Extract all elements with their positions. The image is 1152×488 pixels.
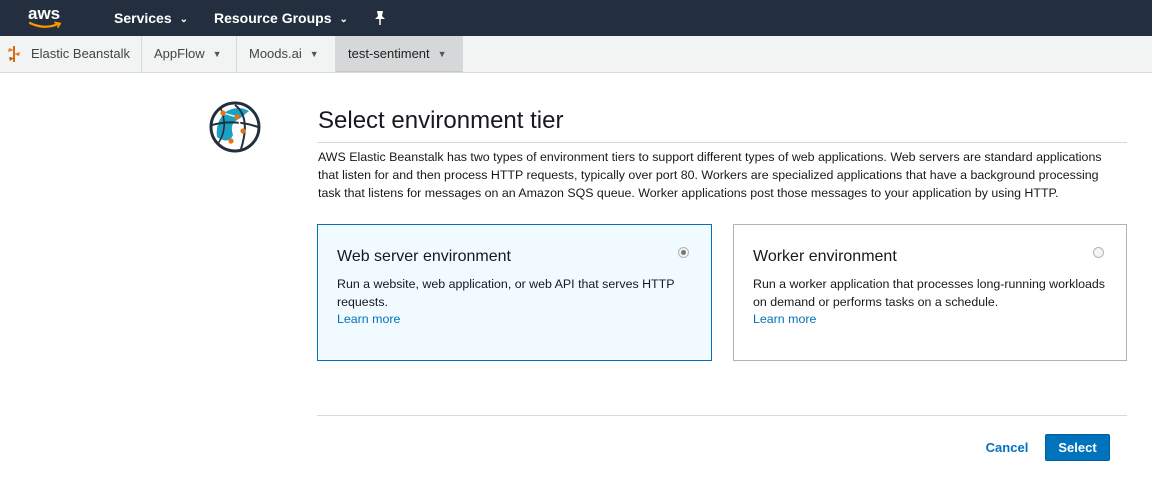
resource-groups-label: Resource Groups — [214, 10, 332, 26]
tab-moods-ai[interactable]: Moods.ai ▼ — [237, 36, 336, 72]
cancel-button[interactable]: Cancel — [975, 434, 1039, 461]
caret-down-icon: ▼ — [437, 49, 447, 59]
web-server-environment-card[interactable]: Web server environment Run a website, we… — [317, 224, 712, 361]
card-title: Web server environment — [337, 248, 511, 265]
card-description: Run a worker application that processes … — [753, 277, 1105, 309]
learn-more-link[interactable]: Learn more — [337, 312, 400, 326]
caret-down-icon: ▼ — [309, 49, 319, 59]
services-menu[interactable]: Services ⌄ — [114, 0, 188, 36]
footer-divider — [317, 415, 1127, 416]
worker-environment-card[interactable]: Worker environment Run a worker applicat… — [733, 224, 1127, 361]
services-label: Services — [114, 10, 172, 26]
page-title: Select environment tier — [318, 107, 564, 134]
worker-radio[interactable] — [1093, 247, 1104, 258]
card-description: Run a website, web application, or web A… — [337, 277, 675, 309]
title-divider — [317, 142, 1127, 143]
tab-label: Moods.ai — [249, 46, 302, 61]
service-shortcut-bar: Elastic Beanstalk AppFlow ▼ Moods.ai ▼ tes… — [0, 36, 1152, 73]
tab-elastic-beanstalk[interactable]: Elastic Beanstalk — [0, 36, 142, 72]
resource-groups-menu[interactable]: Resource Groups ⌄ — [214, 0, 348, 36]
tab-test-sentiment[interactable]: test-sentiment ▼ — [336, 36, 463, 72]
globe-icon — [209, 101, 261, 153]
card-title: Worker environment — [753, 248, 897, 265]
chevron-down-icon: ⌄ — [339, 14, 348, 25]
tab-label: AppFlow — [154, 46, 205, 61]
elastic-beanstalk-icon — [8, 46, 20, 62]
tab-label: test-sentiment — [348, 46, 430, 61]
chevron-down-icon: ⌄ — [179, 14, 188, 25]
select-button[interactable]: Select — [1045, 434, 1110, 461]
aws-smile-icon — [28, 21, 62, 28]
tab-appflow[interactable]: AppFlow ▼ — [142, 36, 237, 72]
web-server-radio[interactable] — [678, 247, 689, 258]
caret-down-icon: ▼ — [212, 49, 222, 59]
tab-label: Elastic Beanstalk — [31, 46, 130, 61]
intro-text: AWS Elastic Beanstalk has two types of e… — [318, 150, 1102, 200]
aws-logo[interactable]: aws — [28, 4, 68, 32]
top-navbar: aws Services ⌄ Resource Groups ⌄ — [0, 0, 1152, 36]
learn-more-link[interactable]: Learn more — [753, 312, 816, 326]
pin-icon[interactable] — [373, 10, 387, 26]
